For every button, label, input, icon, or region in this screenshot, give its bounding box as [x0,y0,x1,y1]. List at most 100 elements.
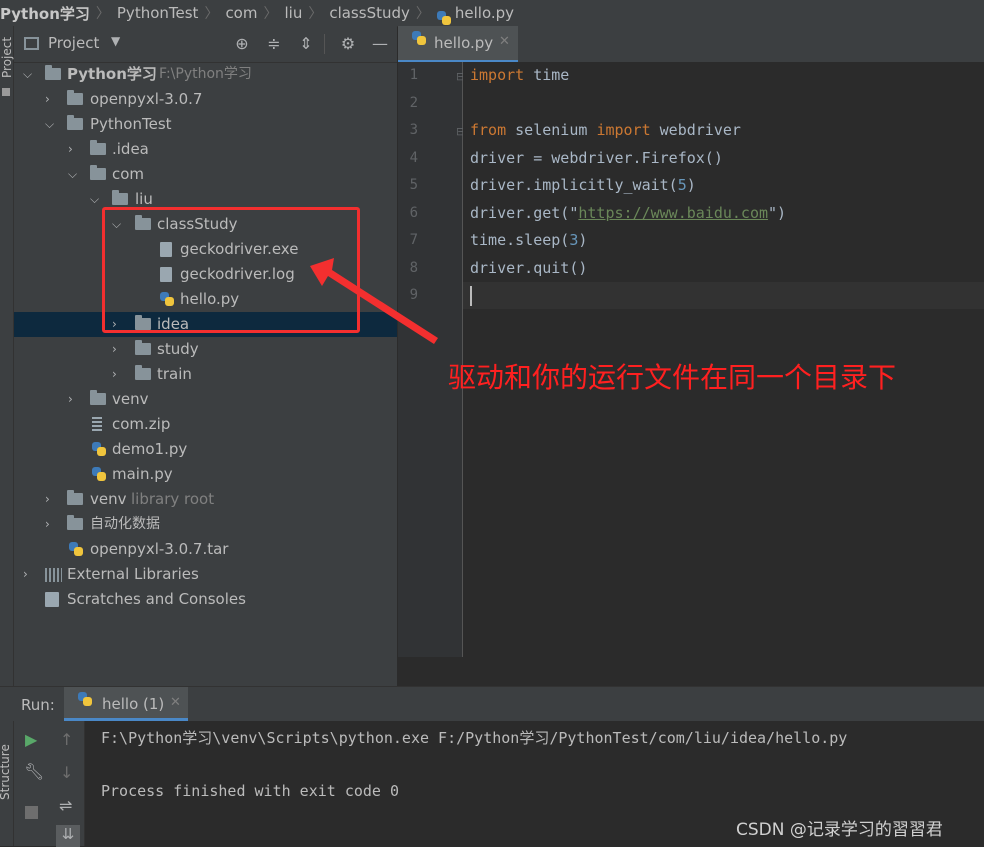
chevron-right-icon[interactable]: › [23,562,37,587]
breadcrumb-item-pythontest[interactable]: PythonTest [117,4,199,22]
tree-item-label: PythonTest [90,115,172,133]
tree-item-external-libraries[interactable]: › External Libraries [14,562,397,587]
line-number: 2 [409,95,418,111]
chevron-right-icon[interactable]: › [45,512,59,537]
left-tool-stripe-bottom: Structure [0,721,14,846]
libraries-icon [45,568,62,582]
current-line-highlight [463,282,984,309]
arrow-up-icon[interactable]: ↑ [60,730,73,749]
arrow-down-icon[interactable]: ↓ [60,763,73,782]
code-text: time.sleep( [470,231,570,249]
chevron-down-icon[interactable]: ⌵ [45,112,59,137]
chevron-right-icon: 〉 [204,6,219,22]
code-text: ) [686,176,696,194]
locate-file-icon[interactable]: ⊕ [232,34,252,54]
annotation-text: 驱动和你的运行文件在同一个目录下 [448,361,897,394]
close-icon[interactable]: ✕ [170,695,181,710]
folder-icon [135,365,151,380]
tree-item-demo1-py[interactable]: demo1.py [14,437,397,462]
editor-tab-hello-py[interactable]: hello.py ✕ [398,26,518,63]
tree-item-venv-inner[interactable]: › venv [14,387,397,412]
tree-item-label: com.zip [112,415,171,433]
expand-all-icon[interactable]: ≑ [264,34,284,54]
tree-item-label: External Libraries [67,565,199,583]
chevron-right-icon[interactable]: › [68,387,82,412]
editor-tab-bar: hello.py ✕ [398,26,984,63]
tree-item-label: openpyxl-3.0.7.tar [90,540,229,558]
line-number: 5 [409,177,418,193]
tree-item-main-py[interactable]: main.py [14,462,397,487]
python-file-icon [412,31,426,45]
breadcrumb-item-root[interactable]: Python学习 [0,3,90,24]
folder-icon [112,190,128,205]
scroll-to-end-icon[interactable]: ⇊ [56,825,80,847]
tree-item-label: .idea [112,140,149,158]
tree-item-dot-idea[interactable]: › .idea [14,137,397,162]
chevron-right-icon[interactable]: › [45,87,59,112]
chevron-down-icon[interactable]: ⌵ [68,162,82,187]
run-panel-label: Run: [21,696,55,714]
folder-icon [90,390,106,405]
chevron-right-icon: 〉 [263,6,278,22]
console-line-command: F:\Python学习\venv\Scripts\python.exe F:/P… [101,729,848,747]
rerun-icon[interactable]: ▶ [25,730,37,749]
tree-item-python-root[interactable]: ⌵ Python学习 F:\Python学习 [14,62,397,87]
tree-item-label: demo1.py [112,440,188,458]
code-text: webdriver [650,121,741,139]
folder-icon [90,140,106,155]
code-text: ) [578,231,588,249]
tree-item-openpyxl[interactable]: › openpyxl-3.0.7 [14,87,397,112]
chevron-right-icon[interactable]: › [112,337,126,362]
tree-item-label: Python学习 [67,65,157,83]
python-file-icon [436,11,451,25]
code-line-6: driver.get("https://www.baidu.com") [470,204,786,222]
minimize-icon[interactable]: — [370,34,390,54]
project-folder-icon [2,88,10,96]
collapse-all-icon[interactable]: ⇕ [296,34,316,54]
run-tab-hello[interactable]: hello (1) ✕ [64,687,188,721]
chevron-right-icon[interactable]: › [112,362,126,387]
tree-item-train[interactable]: › train [14,362,397,387]
zip-file-icon [92,417,102,432]
tree-item-hint: library root [131,490,215,508]
project-view-selector[interactable]: Project [48,34,99,52]
stop-icon[interactable] [25,806,38,819]
chevron-down-icon[interactable]: ▼ [111,34,120,48]
wrench-icon[interactable]: 🔧︎ [24,762,44,781]
url-link[interactable]: https://www.baidu.com [578,204,768,222]
line-number: 4 [409,150,418,166]
chevron-right-icon[interactable]: › [68,137,82,162]
soft-wrap-icon[interactable]: ⇌ [59,796,72,815]
tree-item-venv-root[interactable]: › venv library root [14,487,397,512]
chevron-right-icon[interactable]: › [45,487,59,512]
tree-item-openpyxl-tar[interactable]: openpyxl-3.0.7.tar [14,537,397,562]
tree-item-com[interactable]: ⌵ com [14,162,397,187]
tree-item-com-zip[interactable]: com.zip [14,412,397,437]
structure-tool-window-button[interactable]: Structure [0,744,12,800]
project-tool-window-button[interactable]: Project [0,37,14,78]
text-caret [470,286,472,306]
breadcrumb-item-classstudy[interactable]: classStudy [329,4,410,22]
tree-item-auto-data[interactable]: › 自动化数据 [14,512,397,537]
tree-item-label: venv [112,390,149,408]
code-line-7: time.sleep(3) [470,231,587,249]
tree-item-scratches[interactable]: Scratches and Consoles [14,587,397,612]
close-icon[interactable]: ✕ [499,34,510,49]
tree-item-label: 自动化数据 [90,516,160,532]
annotation-arrow [310,258,438,344]
python-file-icon [92,442,106,456]
python-file-icon [69,542,83,556]
code-text: selenium [506,121,597,139]
breadcrumb-item-hello[interactable]: hello.py [436,4,514,25]
tree-item-label: Scratches and Consoles [67,590,246,608]
breadcrumb-item-com[interactable]: com [225,4,257,22]
keyword: from [470,121,507,139]
tree-item-label: train [157,365,192,383]
tree-item-pythontest[interactable]: ⌵ PythonTest [14,112,397,137]
gear-icon[interactable]: ⚙ [338,34,358,54]
tree-item-label: openpyxl-3.0.7 [90,90,203,108]
chevron-down-icon[interactable]: ⌵ [23,62,37,87]
breadcrumb-item-liu[interactable]: liu [284,4,302,22]
line-number: 3 [409,122,418,138]
annotation-arrow-shape [310,258,438,344]
